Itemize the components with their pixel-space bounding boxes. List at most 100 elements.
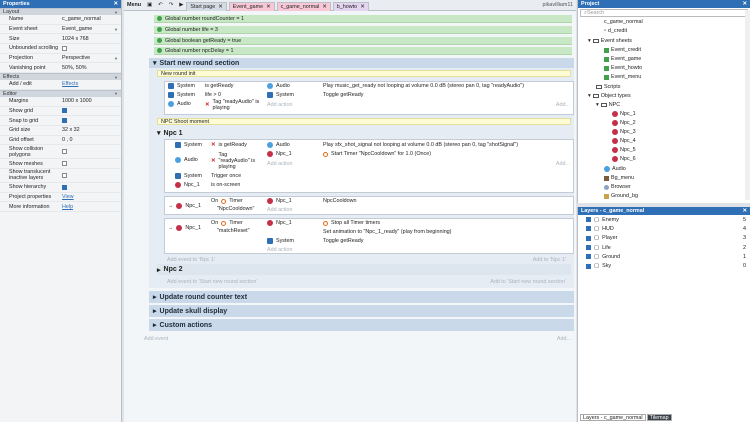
project-scrollbar[interactable] bbox=[745, 10, 750, 200]
condition-text[interactable]: Trigger once bbox=[211, 173, 241, 179]
condition-row[interactable]: System bbox=[175, 142, 202, 148]
prop-value[interactable]: c_game_normal bbox=[62, 16, 101, 22]
event-group-custom[interactable]: ▸ Custom actions bbox=[149, 319, 574, 331]
close-icon[interactable]: ✕ bbox=[360, 4, 365, 10]
condition-text[interactable]: ✕ Tag "readyAudio" is playing bbox=[211, 152, 257, 170]
tree-folder-event-sheets[interactable]: ▾ Event sheets bbox=[588, 37, 632, 45]
expand-icon[interactable]: ▸ bbox=[153, 293, 157, 301]
action-text[interactable]: Start Timer "NpcCooldown" for 1.0 (Once) bbox=[323, 151, 431, 157]
layer-visible-checkbox[interactable] bbox=[586, 263, 591, 269]
action-text[interactable]: Set animation to "Npc_1_ready" (play fro… bbox=[323, 229, 451, 235]
tab-tilemap[interactable]: Tilemap bbox=[646, 414, 672, 421]
help-link[interactable]: Help bbox=[62, 204, 73, 210]
section-editor[interactable]: Editor ▼ bbox=[0, 89, 121, 97]
event-block[interactable]: → Npc_1 On Timer "matchReset" Npc_1 Stop a… bbox=[164, 218, 574, 254]
tree-item-d-credit[interactable]: ▫ d_credit bbox=[604, 27, 627, 35]
prop-show-grid[interactable]: Show grid bbox=[0, 107, 121, 117]
action-text[interactable]: Toggle getReady bbox=[323, 238, 363, 244]
tree-item-npc-5[interactable]: Npc_5 bbox=[612, 146, 636, 154]
prop-value[interactable]: Event_game bbox=[62, 26, 92, 32]
prop-collision[interactable]: Show collision polygons bbox=[0, 145, 121, 160]
action-row[interactable]: System bbox=[267, 238, 294, 244]
close-icon[interactable]: ✕ bbox=[266, 4, 271, 10]
tab-layers[interactable]: Layers - c_game_normal bbox=[580, 414, 646, 421]
add-more-link[interactable]: Add... bbox=[556, 161, 570, 167]
tree-item-npc-3[interactable]: Npc_3 bbox=[612, 128, 636, 136]
comment-row[interactable]: NPC Shoot moment bbox=[157, 118, 571, 125]
collapse-icon[interactable]: ▼ bbox=[114, 91, 118, 96]
menu-button[interactable]: Menu bbox=[124, 0, 144, 11]
prop-value[interactable]: 1024 x 768 bbox=[62, 36, 89, 42]
event-sheet-editor[interactable]: Global number roundCounter = 1 Global nu… bbox=[124, 11, 576, 422]
collapse-icon[interactable]: ▾ bbox=[157, 129, 161, 137]
add-action-link[interactable]: Add action bbox=[267, 161, 292, 167]
add-to-start[interactable]: Add to 'Start new round section' bbox=[490, 279, 566, 285]
collapse-icon[interactable]: ▼ bbox=[114, 10, 118, 15]
prop-margins[interactable]: Margins 1000 x 1000 bbox=[0, 97, 121, 107]
prop-name[interactable]: Name c_game_normal bbox=[0, 15, 121, 25]
dropdown-icon[interactable]: ▼ bbox=[114, 56, 118, 61]
event-group-round-text[interactable]: ▸ Update round counter text bbox=[149, 291, 574, 303]
prop-grid-offset[interactable]: Grid offset 0 , 0 bbox=[0, 136, 121, 146]
save-icon[interactable]: ▣ bbox=[144, 0, 155, 11]
redo-icon[interactable]: ↷ bbox=[166, 0, 177, 11]
prop-vanishing[interactable]: Vanishing point 50%, 50% bbox=[0, 63, 121, 74]
add-event-start[interactable]: Add event to 'Start new round section' bbox=[167, 279, 257, 285]
show-grid-checkbox[interactable] bbox=[62, 108, 67, 114]
action-row[interactable]: Npc_1 bbox=[267, 151, 292, 157]
chevron-down-icon[interactable]: ▾ bbox=[588, 38, 591, 44]
play-icon[interactable]: ▶ bbox=[176, 0, 186, 11]
layer-row[interactable]: ▢ Life 2 bbox=[578, 243, 750, 252]
tree-folder-object-types[interactable]: ▾ Object types bbox=[588, 92, 631, 100]
effects-link[interactable]: Effects bbox=[62, 81, 78, 87]
tree-item-npc-4[interactable]: Npc_4 bbox=[612, 137, 636, 145]
meshes-checkbox[interactable] bbox=[62, 161, 67, 167]
chevron-down-icon[interactable]: ▾ bbox=[588, 93, 591, 99]
project-search-input[interactable]: ⌕ Search bbox=[580, 9, 748, 17]
prop-value[interactable]: 32 x 32 bbox=[62, 127, 80, 133]
prop-translucent[interactable]: Show translucent inactive layers bbox=[0, 169, 121, 183]
tree-item-npc-6[interactable]: Npc_6 bbox=[612, 155, 636, 163]
view-link[interactable]: View bbox=[62, 194, 74, 200]
collapse-icon[interactable]: ▼ bbox=[114, 75, 118, 80]
add-event-link[interactable]: Add event bbox=[144, 336, 168, 342]
prop-unbounded[interactable]: Unbounded scrolling bbox=[0, 44, 121, 54]
hierarchy-checkbox[interactable] bbox=[62, 184, 67, 190]
add-action-link[interactable]: Add action bbox=[267, 102, 292, 108]
event-group-skull[interactable]: ▸ Update skull display bbox=[149, 305, 574, 317]
condition-row[interactable]: → Npc_1 bbox=[168, 225, 201, 231]
event-group-start-round[interactable]: ▾ Start new round section New round init … bbox=[149, 58, 574, 288]
layer-visible-checkbox[interactable] bbox=[586, 245, 591, 251]
global-var-row[interactable]: Global boolean getReady = true bbox=[154, 37, 572, 45]
layer-row[interactable]: ▢ Sky 0 bbox=[578, 261, 750, 270]
tree-item-browser[interactable]: Browser bbox=[604, 183, 631, 191]
condition-text[interactable]: is on-screen bbox=[211, 182, 240, 188]
collision-checkbox[interactable] bbox=[62, 149, 67, 155]
tree-item-audio[interactable]: Audio bbox=[604, 165, 626, 173]
prop-project-properties[interactable]: Project properties View bbox=[0, 193, 121, 203]
prop-meshes[interactable]: Show meshes bbox=[0, 159, 121, 169]
prop-more-info[interactable]: More information Help bbox=[0, 202, 121, 212]
tree-item-event-game[interactable]: Event_game bbox=[604, 55, 641, 63]
lock-icon[interactable]: ▢ bbox=[594, 226, 599, 232]
condition-text[interactable]: life > 0 bbox=[205, 92, 221, 98]
lock-icon[interactable]: ▢ bbox=[594, 217, 599, 223]
global-var-row[interactable]: Global number life = 3 bbox=[154, 26, 572, 34]
condition-row[interactable]: System bbox=[168, 83, 195, 89]
action-row[interactable]: Audio bbox=[267, 83, 290, 89]
layer-visible-checkbox[interactable] bbox=[586, 217, 591, 223]
condition-row[interactable]: System bbox=[175, 173, 202, 179]
lock-icon[interactable]: ▢ bbox=[594, 235, 599, 241]
lock-icon[interactable]: ▢ bbox=[594, 254, 599, 260]
global-var-row[interactable]: Global number roundCounter = 1 bbox=[154, 15, 572, 23]
close-icon[interactable]: ✕ bbox=[218, 4, 223, 10]
lock-icon[interactable]: ▢ bbox=[594, 263, 599, 269]
add-to-npc1[interactable]: Add to 'Npc 1' bbox=[533, 257, 566, 263]
event-block[interactable]: System ✕ is getReady Audio ✕ Tag "readyAud… bbox=[164, 139, 574, 193]
prop-value[interactable]: 0 , 0 bbox=[62, 137, 73, 143]
prop-event-sheet[interactable]: Event sheet Event_game ▼ bbox=[0, 25, 121, 35]
prop-projection[interactable]: Projection Perspective ▼ bbox=[0, 54, 121, 64]
action-text[interactable]: Stop all Timer timers bbox=[323, 220, 380, 226]
action-text[interactable]: Play music_get_ready not looping at volu… bbox=[323, 83, 524, 89]
group-header[interactable]: ▾ Start new round section bbox=[149, 58, 574, 68]
